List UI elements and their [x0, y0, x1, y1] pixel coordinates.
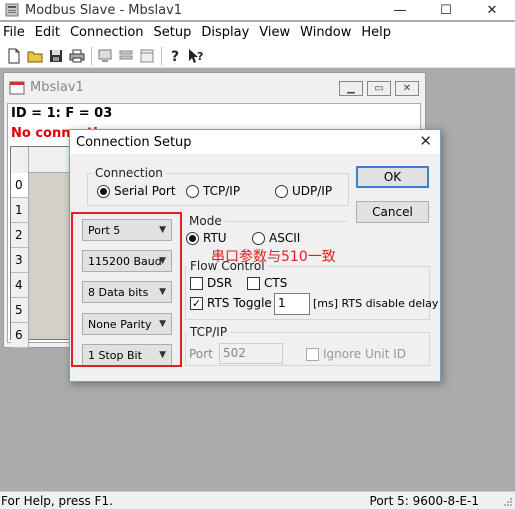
print-icon[interactable] — [67, 46, 86, 65]
ascii-label: ASCII — [269, 231, 301, 245]
dsr-checkbox-box — [190, 276, 203, 290]
annotation-text: 串口参数与510一致 — [211, 249, 336, 265]
grid-row-header[interactable]: 2 — [11, 223, 29, 248]
ignore-unit-id-checkbox[interactable]: Ignore Unit ID — [306, 347, 406, 361]
rts-toggle-checkbox[interactable]: ✓ RTS Toggle — [190, 296, 272, 310]
child-restore-button[interactable]: ▭ — [367, 81, 391, 96]
cancel-button[interactable]: Cancel — [356, 201, 429, 223]
app-titlebar: Modbus Slave - Mbslav1 — ☐ ✕ — [0, 0, 515, 20]
dsr-checkbox[interactable]: DSR — [190, 276, 232, 290]
grid-row-header[interactable]: 1 — [11, 198, 29, 223]
udpip-radio[interactable]: UDP/IP — [275, 184, 332, 198]
status-help-text: For Help, press F1. — [1, 494, 113, 508]
rts-delay-input[interactable]: 1 — [274, 293, 310, 315]
modbus-slave-app-icon — [5, 3, 19, 17]
toolbar: ? ? — [0, 44, 515, 68]
rtu-radio[interactable]: RTU — [186, 231, 227, 245]
slave-id-line: ID = 1: F = 03 — [11, 106, 113, 121]
ignore-unit-id-label: Ignore Unit ID — [323, 347, 406, 361]
save-icon[interactable] — [46, 46, 65, 65]
mode-group-label: Mode — [186, 214, 225, 228]
minimize-button[interactable]: — — [377, 0, 423, 20]
highlight-box — [71, 212, 182, 367]
serial-port-label: Serial Port — [114, 184, 176, 198]
connect-icon[interactable] — [95, 46, 114, 65]
serial-port-radio-dot — [97, 184, 110, 198]
status-bar: For Help, press F1. Port 5: 9600-8-E-1 — [0, 491, 515, 509]
resize-grip-icon[interactable] — [503, 497, 513, 507]
toolbar-separator — [91, 46, 92, 65]
child-minimize-button[interactable]: ▁ — [339, 81, 363, 96]
grid-row-header[interactable]: 4 — [11, 273, 29, 298]
dsr-label: DSR — [207, 276, 233, 290]
tcp-port-label: Port — [189, 347, 213, 361]
disconnect-icon[interactable] — [116, 46, 135, 65]
ok-button[interactable]: OK — [356, 166, 429, 188]
help-icon[interactable]: ? — [165, 46, 184, 65]
menu-view[interactable]: View — [254, 22, 295, 44]
rtu-label: RTU — [203, 231, 227, 245]
menu-bar: File Edit Connection Setup Display View … — [0, 22, 515, 44]
cts-label: CTS — [264, 276, 288, 290]
status-port-info: Port 5: 9600-8-E-1 — [369, 494, 479, 508]
tcpip-group-label: TCP/IP — [187, 325, 231, 339]
document-icon — [9, 81, 25, 94]
menu-edit[interactable]: Edit — [30, 22, 65, 44]
child-close-button[interactable]: ✕ — [395, 81, 419, 96]
serial-port-radio[interactable]: Serial Port — [97, 184, 176, 198]
udpip-label: UDP/IP — [292, 184, 333, 198]
menu-help[interactable]: Help — [356, 22, 396, 44]
grid-corner — [11, 147, 29, 173]
ascii-radio[interactable]: ASCII — [252, 231, 300, 245]
dialog-close-icon[interactable]: ✕ — [419, 132, 432, 150]
tcp-port-input[interactable]: 502 — [219, 343, 283, 364]
rtu-radio-dot — [186, 231, 199, 245]
app-title: Modbus Slave - Mbslav1 — [25, 2, 183, 18]
udpip-radio-dot — [275, 184, 288, 198]
new-file-icon[interactable] — [4, 46, 23, 65]
rts-delay-label: [ms] RTS disable delay — [313, 297, 439, 310]
grid-row-headers: 0 1 2 3 4 5 6 — [11, 173, 29, 348]
menu-file[interactable]: File — [0, 22, 30, 44]
menu-window[interactable]: Window — [295, 22, 356, 44]
open-folder-icon[interactable] — [25, 46, 44, 65]
close-button[interactable]: ✕ — [469, 0, 515, 20]
cts-checkbox[interactable]: CTS — [247, 276, 287, 290]
tcpip-label: TCP/IP — [203, 184, 241, 198]
context-help-icon[interactable]: ? — [186, 46, 205, 65]
dialog-titlebar: Connection Setup ✕ — [70, 130, 440, 154]
grid-row-header[interactable]: 6 — [11, 323, 29, 348]
child-title: Mbslav1 — [30, 80, 84, 95]
child-titlebar: Mbslav1 ▁ ▭ ✕ — [4, 73, 425, 102]
window-icon[interactable] — [137, 46, 156, 65]
svg-text:?: ? — [197, 50, 203, 63]
maximize-button[interactable]: ☐ — [423, 0, 469, 20]
tcpip-radio-dot — [186, 184, 199, 198]
grid-row-header[interactable]: 3 — [11, 248, 29, 273]
menu-setup[interactable]: Setup — [149, 22, 197, 44]
checkmark-icon: ✓ — [190, 296, 203, 310]
menu-display[interactable]: Display — [196, 22, 254, 44]
cts-checkbox-box — [247, 276, 260, 290]
connection-group-label: Connection — [92, 166, 166, 180]
svg-text:?: ? — [171, 49, 179, 64]
toolbar-separator — [161, 46, 162, 65]
rts-toggle-label: RTS Toggle — [207, 296, 272, 310]
grid-row-header[interactable]: 5 — [11, 298, 29, 323]
menu-connection[interactable]: Connection — [65, 22, 149, 44]
ignore-unit-id-box — [306, 347, 319, 361]
tcpip-radio[interactable]: TCP/IP — [186, 184, 240, 198]
ascii-radio-dot — [252, 231, 265, 245]
grid-row-header[interactable]: 0 — [11, 173, 29, 198]
dialog-title: Connection Setup — [76, 134, 192, 150]
